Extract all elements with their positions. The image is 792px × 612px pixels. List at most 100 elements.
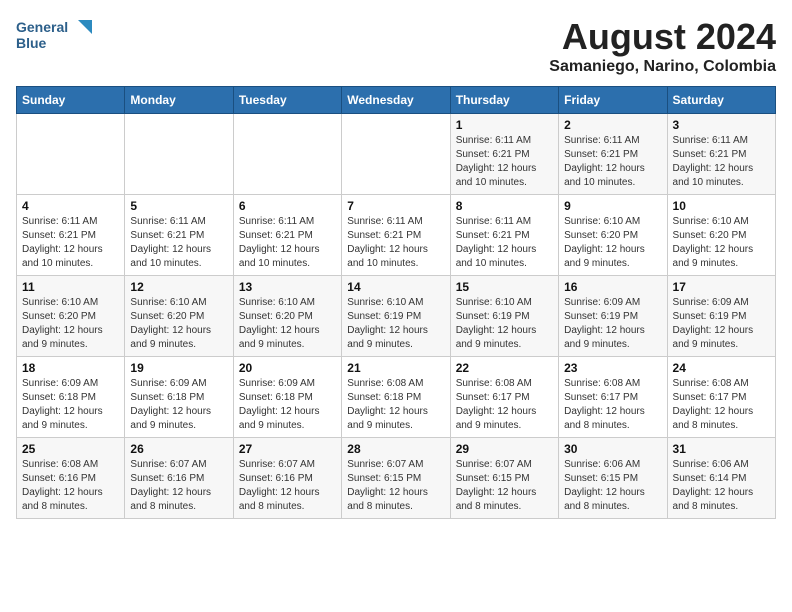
day-info: Sunrise: 6:09 AM Sunset: 6:18 PM Dayligh…	[130, 377, 227, 433]
day-number: 16	[564, 280, 661, 294]
header-friday: Friday	[559, 87, 667, 114]
day-info: Sunrise: 6:07 AM Sunset: 6:15 PM Dayligh…	[347, 458, 444, 514]
calendar-cell: 24 Sunrise: 6:08 AM Sunset: 6:17 PM Dayli…	[667, 357, 775, 438]
calendar-cell: 9Sunrise: 6:10 AM Sunset: 6:20 PM Daylig…	[559, 195, 667, 276]
calendar-cell: 28 Sunrise: 6:07 AM Sunset: 6:15 PM Dayli…	[342, 438, 450, 519]
calendar-cell: 21 Sunrise: 6:08 AM Sunset: 6:18 PM Dayli…	[342, 357, 450, 438]
header-thursday: Thursday	[450, 87, 558, 114]
calendar-cell	[342, 114, 450, 195]
day-number: 6	[239, 199, 336, 213]
calendar-cell: 2 Sunrise: 6:11 AM Sunset: 6:21 PM Daylig…	[559, 114, 667, 195]
day-number: 20	[239, 361, 336, 375]
day-info: Sunrise: 6:11 AM Sunset: 6:21 PM Dayligh…	[564, 134, 661, 190]
logo: General Blue	[16, 16, 96, 60]
day-number: 13	[239, 280, 336, 294]
calendar-cell: 10 Sunrise: 6:10 AM Sunset: 6:20 PM Dayli…	[667, 195, 775, 276]
day-number: 26	[130, 442, 227, 456]
calendar-cell: 3 Sunrise: 6:11 AM Sunset: 6:21 PM Daylig…	[667, 114, 775, 195]
day-info: Sunrise: 6:09 AM Sunset: 6:19 PM Dayligh…	[564, 296, 661, 352]
calendar-cell: 11 Sunrise: 6:10 AM Sunset: 6:20 PM Dayli…	[17, 276, 125, 357]
day-info: Sunrise: 6:07 AM Sunset: 6:16 PM Dayligh…	[130, 458, 227, 514]
day-number: 28	[347, 442, 444, 456]
calendar-cell: 26 Sunrise: 6:07 AM Sunset: 6:16 PM Dayli…	[125, 438, 233, 519]
day-number: 3	[673, 118, 770, 132]
day-info: Sunrise: 6:11 AM Sunset: 6:21 PM Dayligh…	[347, 215, 444, 271]
day-info: Sunrise: 6:07 AM Sunset: 6:16 PM Dayligh…	[239, 458, 336, 514]
day-number: 17	[673, 280, 770, 294]
day-number: 2	[564, 118, 661, 132]
day-info: Sunrise: 6:10 AM Sunset: 6:19 PM Dayligh…	[456, 296, 553, 352]
calendar-cell: 4 Sunrise: 6:11 AM Sunset: 6:21 PM Daylig…	[17, 195, 125, 276]
calendar-cell	[233, 114, 341, 195]
day-info: Sunrise: 6:10 AM Sunset: 6:20 PM Dayligh…	[239, 296, 336, 352]
day-number: 15	[456, 280, 553, 294]
day-number: 9	[564, 199, 661, 213]
day-info: Sunrise: 6:08 AM Sunset: 6:17 PM Dayligh…	[673, 377, 770, 433]
day-info: Sunrise: 6:10 AM Sunset: 6:19 PM Dayligh…	[347, 296, 444, 352]
day-number: 5	[130, 199, 227, 213]
day-info: Sunrise: 6:08 AM Sunset: 6:16 PM Dayligh…	[22, 458, 119, 514]
calendar-cell: 6 Sunrise: 6:11 AM Sunset: 6:21 PM Daylig…	[233, 195, 341, 276]
svg-text:Blue: Blue	[16, 35, 47, 51]
day-info: Sunrise: 6:07 AM Sunset: 6:15 PM Dayligh…	[456, 458, 553, 514]
day-info: Sunrise: 6:11 AM Sunset: 6:21 PM Dayligh…	[456, 215, 553, 271]
header-sunday: Sunday	[17, 87, 125, 114]
calendar-cell: 5 Sunrise: 6:11 AM Sunset: 6:21 PM Daylig…	[125, 195, 233, 276]
day-info: Sunrise: 6:06 AM Sunset: 6:15 PM Dayligh…	[564, 458, 661, 514]
day-number: 29	[456, 442, 553, 456]
day-number: 4	[22, 199, 119, 213]
day-number: 7	[347, 199, 444, 213]
day-info: Sunrise: 6:10 AM Sunset: 6:20 PM Dayligh…	[22, 296, 119, 352]
page-subtitle: Samaniego, Narino, Colombia	[549, 58, 776, 76]
calendar-cell: 27 Sunrise: 6:07 AM Sunset: 6:16 PM Dayli…	[233, 438, 341, 519]
calendar-cell: 19 Sunrise: 6:09 AM Sunset: 6:18 PM Dayli…	[125, 357, 233, 438]
calendar-cell: 17Sunrise: 6:09 AM Sunset: 6:19 PM Dayli…	[667, 276, 775, 357]
page-title: August 2024	[549, 16, 776, 58]
calendar-cell: 20Sunrise: 6:09 AM Sunset: 6:18 PM Dayli…	[233, 357, 341, 438]
calendar-cell: 25 Sunrise: 6:08 AM Sunset: 6:16 PM Dayli…	[17, 438, 125, 519]
day-info: Sunrise: 6:10 AM Sunset: 6:20 PM Dayligh…	[130, 296, 227, 352]
day-info: Sunrise: 6:11 AM Sunset: 6:21 PM Dayligh…	[673, 134, 770, 190]
day-info: Sunrise: 6:11 AM Sunset: 6:21 PM Dayligh…	[456, 134, 553, 190]
day-info: Sunrise: 6:10 AM Sunset: 6:20 PM Dayligh…	[673, 215, 770, 271]
day-number: 8	[456, 199, 553, 213]
day-info: Sunrise: 6:11 AM Sunset: 6:21 PM Dayligh…	[239, 215, 336, 271]
calendar-cell: 18 Sunrise: 6:09 AM Sunset: 6:18 PM Dayli…	[17, 357, 125, 438]
calendar-cell: 7 Sunrise: 6:11 AM Sunset: 6:21 PM Daylig…	[342, 195, 450, 276]
day-number: 21	[347, 361, 444, 375]
day-info: Sunrise: 6:11 AM Sunset: 6:21 PM Dayligh…	[130, 215, 227, 271]
day-info: Sunrise: 6:08 AM Sunset: 6:17 PM Dayligh…	[564, 377, 661, 433]
calendar-cell: 12Sunrise: 6:10 AM Sunset: 6:20 PM Dayli…	[125, 276, 233, 357]
header-saturday: Saturday	[667, 87, 775, 114]
day-number: 11	[22, 280, 119, 294]
day-info: Sunrise: 6:09 AM Sunset: 6:18 PM Dayligh…	[22, 377, 119, 433]
day-number: 24	[673, 361, 770, 375]
day-info: Sunrise: 6:08 AM Sunset: 6:18 PM Dayligh…	[347, 377, 444, 433]
calendar-cell: 13 Sunrise: 6:10 AM Sunset: 6:20 PM Dayli…	[233, 276, 341, 357]
day-number: 19	[130, 361, 227, 375]
calendar-cell: 23Sunrise: 6:08 AM Sunset: 6:17 PM Dayli…	[559, 357, 667, 438]
day-number: 25	[22, 442, 119, 456]
calendar-cell: 8 Sunrise: 6:11 AM Sunset: 6:21 PM Daylig…	[450, 195, 558, 276]
day-number: 10	[673, 199, 770, 213]
day-number: 27	[239, 442, 336, 456]
title-block: August 2024 Samaniego, Narino, Colombia	[549, 16, 776, 76]
header-monday: Monday	[125, 87, 233, 114]
day-number: 30	[564, 442, 661, 456]
calendar-cell: 15 Sunrise: 6:10 AM Sunset: 6:19 PM Dayli…	[450, 276, 558, 357]
header-wednesday: Wednesday	[342, 87, 450, 114]
page-header: General Blue August 2024 Samaniego, Nari…	[16, 16, 776, 76]
header-tuesday: Tuesday	[233, 87, 341, 114]
calendar-cell: 30 Sunrise: 6:06 AM Sunset: 6:15 PM Dayli…	[559, 438, 667, 519]
calendar-cell	[17, 114, 125, 195]
day-info: Sunrise: 6:08 AM Sunset: 6:17 PM Dayligh…	[456, 377, 553, 433]
calendar-table: SundayMondayTuesdayWednesdayThursdayFrid…	[16, 86, 776, 519]
day-number: 22	[456, 361, 553, 375]
day-info: Sunrise: 6:11 AM Sunset: 6:21 PM Dayligh…	[22, 215, 119, 271]
svg-text:General: General	[16, 19, 68, 35]
calendar-cell: 14Sunrise: 6:10 AM Sunset: 6:19 PM Dayli…	[342, 276, 450, 357]
calendar-cell: 22 Sunrise: 6:08 AM Sunset: 6:17 PM Dayli…	[450, 357, 558, 438]
calendar-cell: 31Sunrise: 6:06 AM Sunset: 6:14 PM Dayli…	[667, 438, 775, 519]
calendar-cell	[125, 114, 233, 195]
day-number: 18	[22, 361, 119, 375]
